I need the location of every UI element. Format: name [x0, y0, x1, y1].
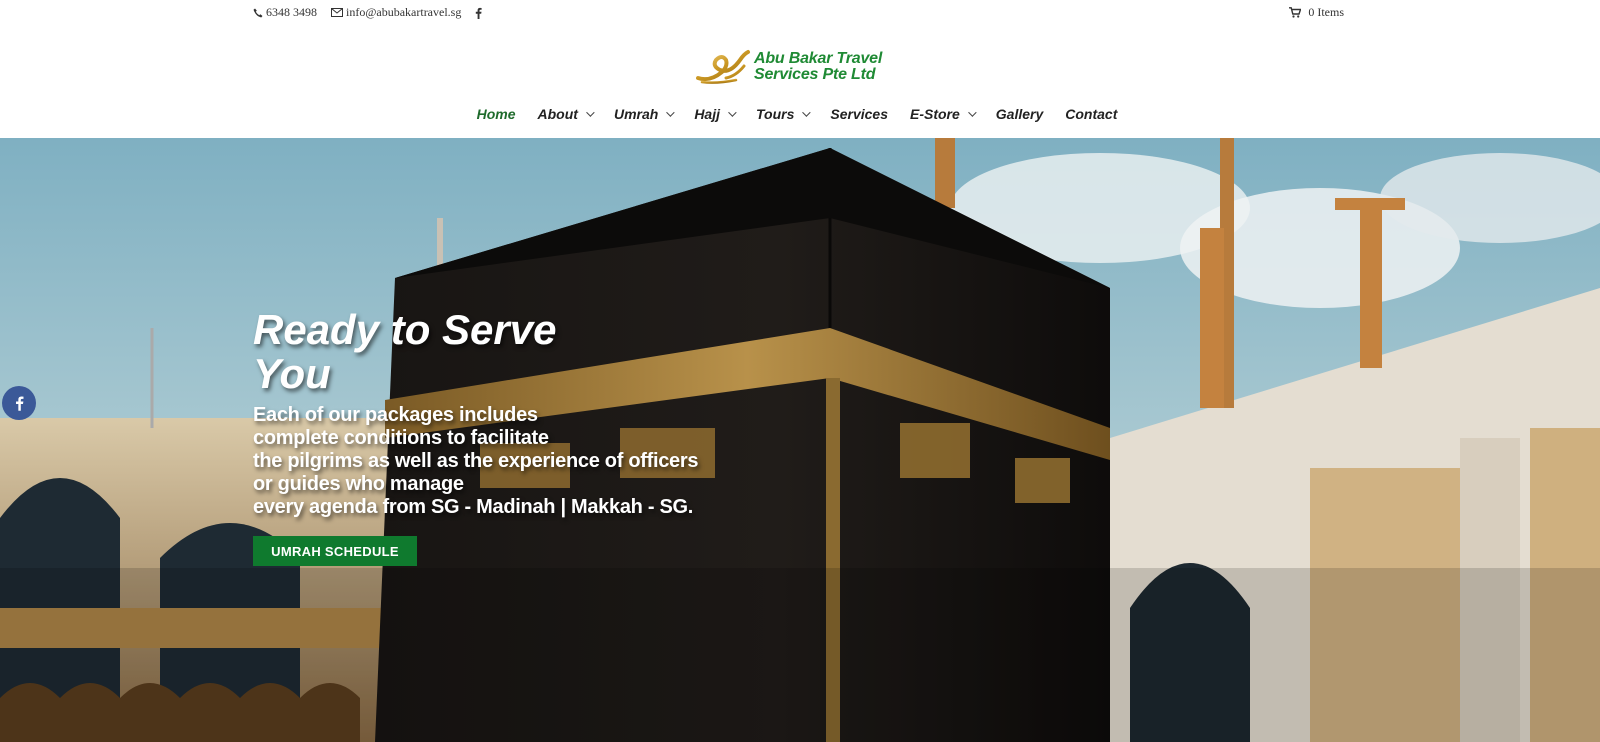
nav-label: Tours [756, 106, 795, 122]
chevron-down-icon [666, 108, 675, 117]
facebook-icon [476, 7, 482, 19]
contact-info: 6348 3498 info@abubakartravel.sg [253, 5, 499, 20]
hero-section: Ready to Serve You Each of our packages … [0, 138, 1600, 742]
email-icon [331, 8, 343, 17]
umrah-schedule-button[interactable]: UMRAH SCHEDULE [253, 536, 417, 566]
main-nav: Home About Umrah Hajj Tours Services E-S… [0, 106, 1600, 122]
nav-item-home[interactable]: Home [477, 106, 516, 122]
chevron-down-icon [802, 108, 812, 117]
hero-content: Ready to Serve You Each of our packages … [253, 308, 698, 519]
hero-description: Each of our packages includes complete c… [253, 404, 699, 518]
hero-title: Ready to Serve You [253, 306, 557, 397]
nav-item-umrah[interactable]: Umrah [613, 106, 675, 122]
logo-mark-icon [696, 48, 754, 86]
chevron-down-icon [586, 108, 595, 117]
email-link[interactable]: info@abubakartravel.sg [331, 5, 461, 20]
phone-icon [253, 8, 263, 17]
nav-item-hajj[interactable]: Hajj [694, 106, 737, 122]
nav-item-services[interactable]: Services [830, 106, 888, 122]
nav-label: About [537, 106, 578, 122]
nav-label: Contact [1065, 106, 1118, 122]
floating-facebook-button[interactable] [2, 386, 36, 420]
nav-label: Hajj [694, 106, 720, 122]
chevron-down-icon [728, 108, 737, 117]
nav-label: Gallery [995, 106, 1044, 122]
nav-label: Umrah [613, 106, 659, 122]
nav-item-estore[interactable]: E-Store [909, 106, 977, 122]
nav-label: E-Store [909, 106, 960, 122]
cart-link[interactable]: 0 Items [1289, 5, 1344, 20]
chevron-down-icon [967, 108, 977, 117]
facebook-icon [15, 396, 23, 411]
nav-item-contact[interactable]: Contact [1065, 106, 1117, 122]
nav-label: Home [476, 106, 516, 122]
cart-count: 0 Items [1308, 5, 1344, 19]
logo-text: Abu Bakar Travel Services Pte Ltd [754, 51, 882, 83]
logo-line-2: Services Pte Ltd [754, 66, 876, 83]
facebook-link[interactable] [475, 7, 485, 19]
nav-item-gallery[interactable]: Gallery [996, 106, 1043, 122]
cart-icon [1289, 7, 1302, 18]
logo-line-1: Abu Bakar Travel [754, 50, 883, 67]
site-logo[interactable]: Abu Bakar Travel Services Pte Ltd [696, 48, 882, 86]
hero-background-image [0, 138, 1600, 742]
email-address: info@abubakartravel.sg [346, 5, 462, 19]
top-bar: 6348 3498 info@abubakartravel.sg 0 Items [0, 0, 1600, 26]
phone-link[interactable]: 6348 3498 [253, 5, 317, 20]
phone-number: 6348 3498 [266, 5, 317, 19]
nav-item-about[interactable]: About [537, 106, 595, 122]
nav-item-tours[interactable]: Tours [756, 106, 812, 122]
nav-label: Services [830, 106, 888, 122]
